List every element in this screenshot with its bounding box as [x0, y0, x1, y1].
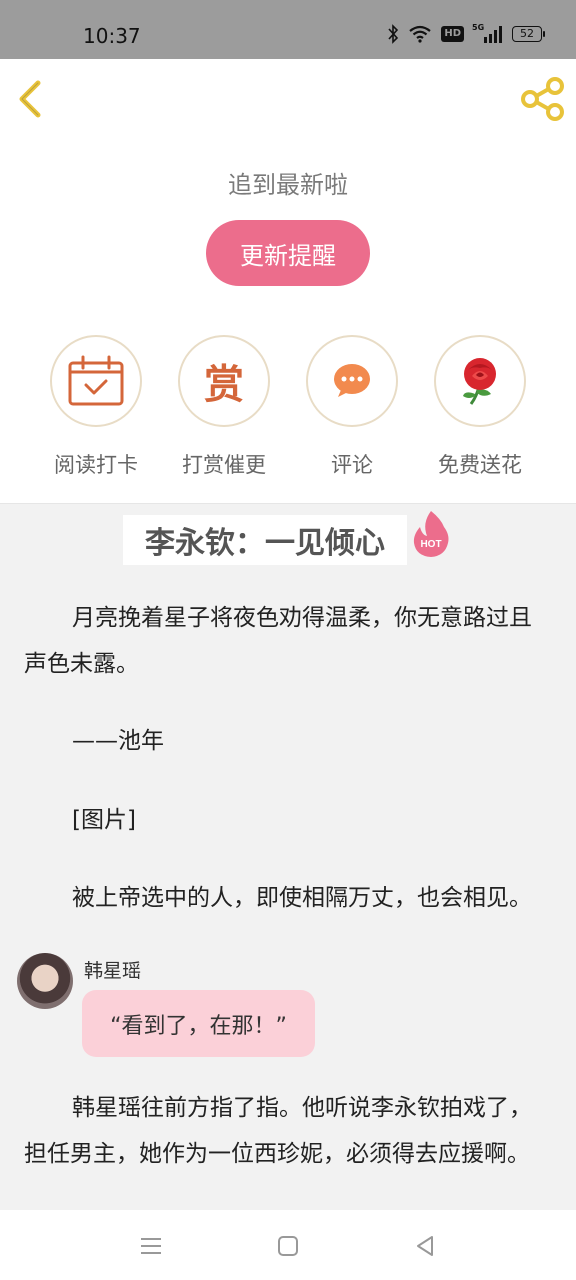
reward-button[interactable]: 赏 打赏催更 [160, 335, 288, 479]
bluetooth-icon [388, 24, 399, 44]
action-label: 免费送花 [438, 453, 522, 477]
status-bar: 10:37 HD 5G 52 [0, 0, 576, 59]
back-triangle-icon[interactable] [411, 1232, 439, 1260]
signal-icon: 5G [472, 23, 502, 43]
paragraph[interactable]: [图片] [24, 797, 554, 843]
hot-badge-icon: HOT [413, 511, 449, 557]
action-circle [306, 335, 398, 427]
calendar-check-icon [68, 355, 124, 406]
menu-icon[interactable] [137, 1232, 165, 1260]
caught-up-text: 追到最新啦 [228, 171, 348, 199]
action-circle [434, 335, 526, 427]
action-circle [50, 335, 142, 427]
avatar[interactable] [17, 953, 73, 1009]
action-label: 评论 [331, 453, 373, 477]
comment-icon [334, 364, 370, 397]
checkin-button[interactable]: 阅读打卡 [32, 335, 160, 479]
action-row: 阅读打卡 赏 打赏催更 评论 免费送花 [0, 335, 576, 485]
comment-button[interactable]: 评论 [288, 335, 416, 479]
paragraph: 被上帝选中的人，即使相隔万丈，也会相见。 [72, 885, 532, 911]
system-nav-bar [0, 1210, 576, 1280]
speaker-name: 韩星瑶 [84, 960, 142, 982]
status-icons: HD 5G 52 [387, 23, 545, 44]
status-time: 10:37 [83, 24, 141, 48]
paragraph: ——池年 [72, 728, 164, 754]
send-flower-button[interactable]: 免费送花 [416, 335, 544, 479]
share-icon[interactable] [520, 77, 566, 121]
chapter-title: 李永钦：一见倾心 [123, 515, 407, 565]
hd-icon: HD [441, 26, 464, 42]
reward-icon: 赏 [204, 361, 244, 408]
paragraph: 韩星瑶往前方指了指。他听说李永钦拍戏了，担任男主，她作为一位西珍妮，必须得去应援… [24, 1095, 532, 1167]
home-icon[interactable] [274, 1232, 302, 1260]
wifi-icon [409, 25, 432, 43]
action-label: 打赏催更 [182, 453, 266, 477]
chevron-left-icon[interactable] [14, 79, 46, 119]
paragraph: 月亮挽着星子将夜色劝得温柔，你无意路过且声色未露。 [24, 605, 532, 677]
hot-badge-label: HOT [420, 539, 441, 550]
action-label: 阅读打卡 [54, 453, 138, 477]
rose-icon [463, 358, 496, 405]
action-circle: 赏 [178, 335, 270, 427]
update-reminder-button[interactable]: 更新提醒 [206, 220, 370, 286]
dialogue-bubble: “看到了，在那！” [82, 990, 315, 1057]
battery-icon: 52 [512, 26, 545, 42]
network-type-label: 5G [472, 23, 485, 32]
chapter-end-panel: 追到最新啦 更新提醒 阅读打卡 赏 打赏催更 评论 免费送花 [0, 59, 576, 504]
